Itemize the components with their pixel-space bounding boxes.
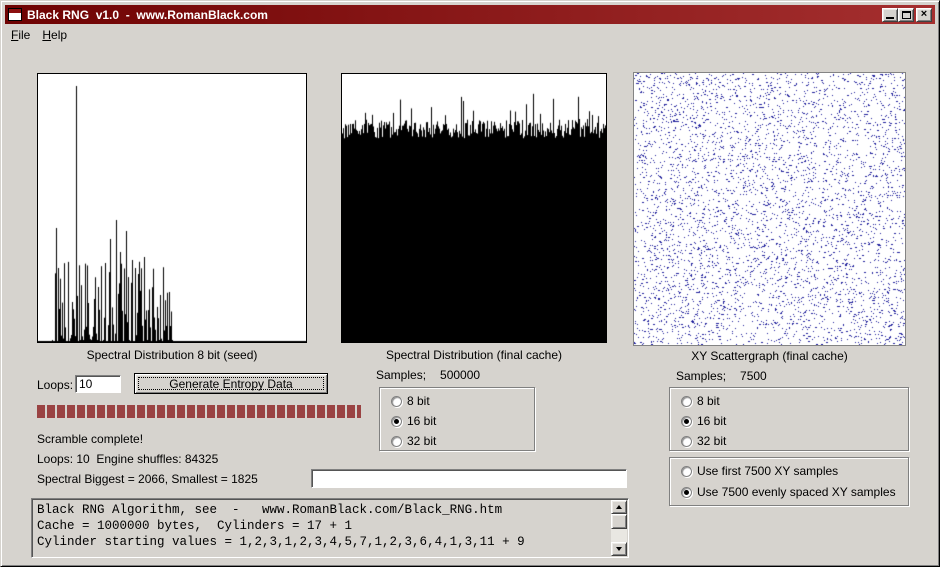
maximize-button[interactable]	[898, 8, 914, 22]
radio-right-16bit-circle	[681, 416, 692, 427]
seed-spectral-canvas	[38, 74, 306, 342]
radio-mid-16bit[interactable]: 16 bit	[391, 414, 436, 428]
radio-right-32bit-label: 32 bit	[697, 434, 726, 448]
status-spectral-range: Spectral Biggest = 2066, Smallest = 1825	[37, 472, 258, 486]
log-scrollbar[interactable]	[611, 500, 627, 556]
radio-first-samples[interactable]: Use first 7500 XY samples	[681, 464, 838, 478]
scatter-samples-value: 7500	[740, 369, 767, 383]
scattergraph-panel	[633, 72, 906, 346]
radio-right-32bit[interactable]: 32 bit	[681, 434, 726, 448]
final-spectral-caption: Spectral Distribution (final cache)	[341, 348, 607, 362]
xy-samples-group: Use first 7500 XY samples Use 7500 evenl…	[669, 457, 909, 506]
radio-mid-8bit-circle	[391, 396, 402, 407]
final-spectral-panel	[341, 73, 607, 343]
scatter-samples-label: Samples;	[676, 369, 726, 383]
loops-label: Loops:	[37, 378, 73, 392]
minimize-icon	[886, 17, 894, 19]
titlebar-buttons: ×	[882, 8, 932, 22]
menu-bar: File Help	[6, 26, 74, 44]
bit-depth-group-right: 8 bit 16 bit 32 bit	[669, 387, 909, 451]
radio-right-8bit-label: 8 bit	[697, 394, 720, 408]
radio-evenly-spaced-label: Use 7500 evenly spaced XY samples	[697, 485, 896, 499]
scroll-down-button[interactable]	[611, 542, 627, 556]
seed-spectral-caption: Spectral Distribution 8 bit (seed)	[37, 348, 307, 362]
radio-mid-8bit[interactable]: 8 bit	[391, 394, 430, 408]
bit-depth-group-middle: 8 bit 16 bit 32 bit	[379, 387, 535, 451]
arrow-down-icon	[616, 547, 622, 551]
menu-file[interactable]: File	[6, 26, 37, 44]
final-samples-value: 500000	[440, 368, 480, 382]
radio-right-8bit[interactable]: 8 bit	[681, 394, 720, 408]
log-line: Cylinder starting values = 1,2,3,1,2,3,4…	[37, 534, 608, 550]
radio-mid-16bit-label: 16 bit	[407, 414, 436, 428]
radio-mid-32bit-label: 32 bit	[407, 434, 436, 448]
radio-evenly-spaced-circle	[681, 487, 692, 498]
radio-first-samples-circle	[681, 466, 692, 477]
radio-right-16bit[interactable]: 16 bit	[681, 414, 726, 428]
generate-entropy-button[interactable]: Generate Entropy Data	[134, 373, 328, 394]
final-samples-label: Samples;	[376, 368, 426, 382]
arrow-up-icon	[616, 505, 622, 509]
app-window: Black RNG v1.0 - www.RomanBlack.com × Fi…	[0, 0, 940, 567]
scatter-canvas	[634, 73, 905, 345]
log-line: Cache = 1000000 bytes, Cylinders = 17 + …	[37, 518, 608, 534]
window-title: Black RNG v1.0 - www.RomanBlack.com	[27, 8, 882, 22]
scattergraph-caption: XY Scattergraph (final cache)	[633, 349, 906, 363]
close-icon: ×	[921, 9, 927, 20]
radio-mid-32bit-circle	[391, 436, 402, 447]
log-line: Black RNG Algorithm, see - www.RomanBlac…	[37, 502, 608, 518]
radio-mid-8bit-label: 8 bit	[407, 394, 430, 408]
final-samples-line: Samples; 500000	[376, 368, 480, 382]
scroll-thumb[interactable]	[611, 514, 627, 529]
radio-mid-32bit[interactable]: 32 bit	[391, 434, 436, 448]
close-button[interactable]: ×	[916, 8, 932, 22]
radio-mid-16bit-circle	[391, 416, 402, 427]
radio-right-32bit-circle	[681, 436, 692, 447]
radio-evenly-spaced[interactable]: Use 7500 evenly spaced XY samples	[681, 485, 896, 499]
algorithm-log-lines: Black RNG Algorithm, see - www.RomanBlac…	[37, 502, 608, 550]
final-spectral-canvas	[342, 74, 606, 342]
output-field[interactable]	[311, 469, 627, 488]
app-icon	[8, 8, 22, 21]
radio-first-samples-label: Use first 7500 XY samples	[697, 464, 838, 478]
algorithm-log-box[interactable]: Black RNG Algorithm, see - www.RomanBlac…	[31, 498, 629, 558]
maximize-icon	[902, 11, 911, 19]
status-loops-shuffles: Loops: 10 Engine shuffles: 84325	[37, 452, 218, 466]
entropy-progress-bar	[37, 405, 361, 418]
scatter-samples-line: Samples; 7500	[676, 369, 767, 383]
status-scramble: Scramble complete!	[37, 432, 143, 446]
menu-help[interactable]: Help	[37, 26, 74, 44]
seed-spectral-panel	[37, 73, 307, 343]
loops-input[interactable]	[75, 375, 121, 393]
title-bar: Black RNG v1.0 - www.RomanBlack.com ×	[5, 5, 935, 24]
scroll-up-button[interactable]	[611, 500, 627, 514]
radio-right-16bit-label: 16 bit	[697, 414, 726, 428]
radio-right-8bit-circle	[681, 396, 692, 407]
minimize-button[interactable]	[882, 8, 898, 22]
